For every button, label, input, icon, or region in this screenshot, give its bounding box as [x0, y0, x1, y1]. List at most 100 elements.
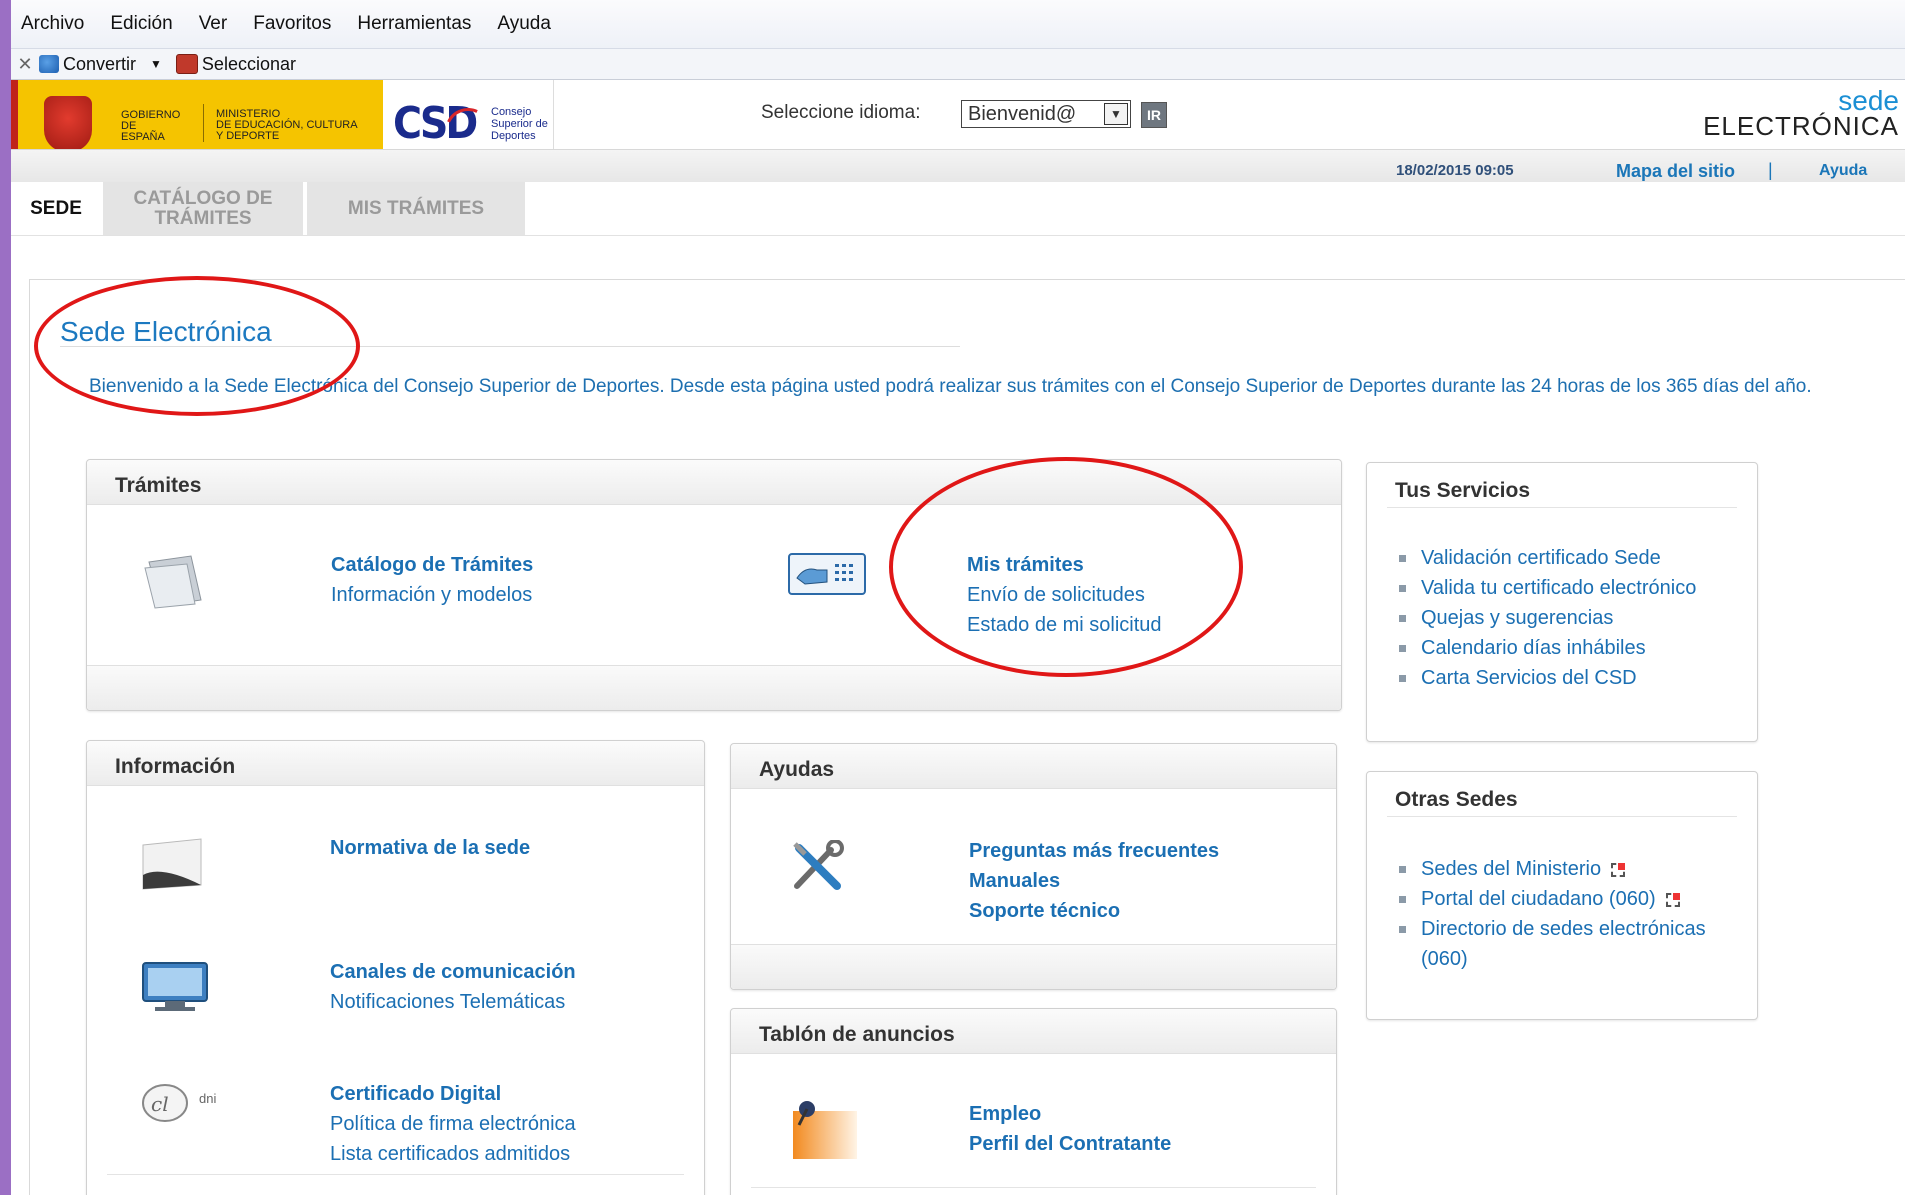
canales-item: Canales de comunicación Notificaciones T…: [330, 957, 576, 1017]
tab-sede[interactable]: SEDE: [11, 182, 101, 235]
list-item[interactable]: Quejas y sugerencias: [1395, 603, 1696, 633]
tablon-panel-title: Tablón de anuncios: [759, 1023, 955, 1046]
select-label: Seleccionar: [201, 53, 296, 74]
csd-subtitle: Consejo Superior de Deportes: [491, 106, 548, 142]
menu-bar: Archivo Edición Ver Favoritos Herramient…: [11, 0, 1905, 49]
language-label: Seleccione idioma:: [761, 102, 921, 123]
politica-firma-link[interactable]: Política de firma electrónica: [330, 1109, 576, 1139]
gob-line2: DE ESPAÑA: [121, 120, 165, 143]
certificado-digital-link[interactable]: Certificado Digital: [330, 1079, 576, 1109]
ayudas-panel-title: Ayudas: [759, 758, 835, 781]
keyboard-hand-icon: [787, 552, 867, 596]
ayudas-panel: Ayudas Preguntas más frecuentes Manuales…: [730, 743, 1337, 990]
informacion-panel-header: Información: [87, 741, 704, 786]
sedes-ministerio-link[interactable]: Sedes del Ministerio: [1421, 858, 1601, 880]
menu-archivo[interactable]: Archivo: [21, 13, 84, 35]
utility-bar: 18/02/2015 09:05 Mapa del sitio | Ayuda: [11, 149, 1905, 182]
list-item[interactable]: Validación certificado Sede: [1395, 543, 1696, 573]
sede-logo-bottom: ELECTRÓNICA: [1703, 111, 1899, 141]
window-frame-left: [0, 0, 11, 1195]
annotation-ellipse-mis-tramites: [889, 457, 1243, 677]
certificate-dni-icon: cl dni: [139, 1081, 279, 1125]
menu-ver[interactable]: Ver: [199, 13, 228, 35]
csd-sub1: Consejo: [491, 106, 532, 118]
ayudas-links: Preguntas más frecuentes Manuales Soport…: [969, 836, 1219, 926]
csd-sub3: Deportes: [491, 130, 536, 142]
otras-title-rule: [1387, 816, 1737, 817]
coat-of-arms-icon: [44, 96, 92, 152]
tablon-divider: [751, 1187, 1316, 1188]
ir-button[interactable]: IR: [1141, 102, 1167, 128]
pdf-toolbar: ✕ Convertir ▼ Seleccionar: [11, 49, 1905, 80]
chevron-down-icon[interactable]: ▼: [150, 57, 162, 71]
language-select-value: Bienvenid@: [968, 102, 1077, 125]
list-item[interactable]: Sedes del Ministerio: [1395, 854, 1706, 884]
tab-catalogo-label: CATÁLOGO DE TRÁMITES: [133, 187, 273, 229]
svg-text:cl: cl: [151, 1092, 169, 1116]
external-link-icon: [1611, 862, 1626, 877]
close-icon[interactable]: ✕: [11, 54, 39, 75]
list-item[interactable]: Valida tu certificado electrónico: [1395, 573, 1696, 603]
informacion-divider: [107, 1174, 684, 1175]
normativa-item: Normativa de la sede: [330, 833, 530, 863]
list-item[interactable]: Directorio de sedes electrónicas: [1395, 914, 1706, 944]
informacion-panel: Información Normativa de la sede Canales…: [86, 740, 705, 1195]
convert-button[interactable]: Convertir ▼: [39, 54, 162, 75]
folder-icon: [143, 550, 209, 610]
tablon-links: Empleo Perfil del Contratante: [969, 1099, 1171, 1159]
sitemap-link[interactable]: Mapa del sitio: [1616, 161, 1735, 182]
main-tabs: SEDE CATÁLOGO DE TRÁMITES MIS TRÁMITES: [11, 182, 1905, 236]
normativa-sede-link[interactable]: Normativa de la sede: [330, 833, 530, 863]
sede-electronica-logo[interactable]: sede ELECTRÓNICA: [1703, 87, 1899, 141]
informacion-panel-title: Información: [115, 755, 236, 778]
servicios-title-rule: [1387, 507, 1737, 508]
lista-certificados-link[interactable]: Lista certificados admitidos: [330, 1139, 576, 1169]
perfil-contratante-link[interactable]: Perfil del Contratante: [969, 1129, 1171, 1159]
tramites-panel-footer: [87, 665, 1341, 710]
select-button[interactable]: Seleccionar: [175, 53, 296, 75]
annotation-ellipse-title: [34, 276, 360, 416]
language-select[interactable]: Bienvenid@ ▼: [961, 100, 1131, 128]
tab-catalogo-tramites[interactable]: CATÁLOGO DE TRÁMITES: [103, 182, 303, 235]
menu-favoritos[interactable]: Favoritos: [253, 13, 331, 35]
preguntas-frecuentes-link[interactable]: Preguntas más frecuentes: [969, 836, 1219, 866]
directorio-sedes-link-cont[interactable]: (060): [1421, 948, 1468, 970]
intro-text: Bienvenido a la Sede Electrónica del Con…: [89, 376, 1812, 397]
directorio-sedes-link[interactable]: Directorio de sedes electrónicas: [1421, 918, 1706, 940]
certificado-item: Certificado Digital Política de firma el…: [330, 1079, 576, 1169]
list-item[interactable]: Portal del ciudadano (060): [1395, 884, 1706, 914]
chevron-down-icon[interactable]: ▼: [1104, 103, 1128, 125]
empleo-link[interactable]: Empleo: [969, 1099, 1171, 1129]
otras-sedes-title: Otras Sedes: [1395, 788, 1518, 811]
catalogo-tramites-link[interactable]: Catálogo de Trámites: [331, 550, 533, 580]
portal-ciudadano-link[interactable]: Portal del ciudadano (060): [1421, 888, 1656, 910]
menu-ayuda[interactable]: Ayuda: [497, 13, 551, 35]
convert-label: Convertir: [63, 53, 137, 74]
pushpin-icon: [785, 1095, 861, 1163]
list-item[interactable]: Calendario días inhábiles: [1395, 633, 1696, 663]
otras-sedes-panel: Otras Sedes Sedes del Ministerio Portal …: [1366, 771, 1758, 1020]
tools-icon: [791, 839, 847, 892]
utility-separator: |: [1768, 160, 1773, 180]
datetime: 18/02/2015 09:05: [1396, 162, 1514, 179]
convert-icon: [39, 55, 59, 73]
canales-comunicacion-link[interactable]: Canales de comunicación: [330, 957, 576, 987]
notificaciones-link[interactable]: Notificaciones Telemáticas: [330, 987, 576, 1017]
informacion-modelos-link[interactable]: Información y modelos: [331, 580, 533, 610]
csd-sub2: Superior de: [491, 118, 548, 130]
list-item-continuation[interactable]: (060): [1395, 944, 1706, 974]
browser-viewport: Archivo Edición Ver Favoritos Herramient…: [11, 0, 1905, 1195]
select-icon: [175, 54, 198, 74]
list-item[interactable]: Carta Servicios del CSD: [1395, 663, 1696, 693]
ayudas-panel-footer: [731, 944, 1336, 989]
tus-servicios-title: Tus Servicios: [1395, 479, 1531, 502]
manuales-link[interactable]: Manuales: [969, 866, 1219, 896]
menu-edicion[interactable]: Edición: [110, 13, 172, 35]
soporte-tecnico-link[interactable]: Soporte técnico: [969, 896, 1219, 926]
catalogo-tramites-item: Catálogo de Trámites Información y model…: [331, 550, 533, 610]
logo-divider: [203, 104, 204, 142]
tab-mis-tramites[interactable]: MIS TRÁMITES: [307, 182, 525, 235]
help-link[interactable]: Ayuda: [1819, 162, 1867, 180]
menu-herramientas[interactable]: Herramientas: [357, 13, 471, 35]
gobierno-text: GOBIERNO DE ESPAÑA: [121, 110, 181, 143]
